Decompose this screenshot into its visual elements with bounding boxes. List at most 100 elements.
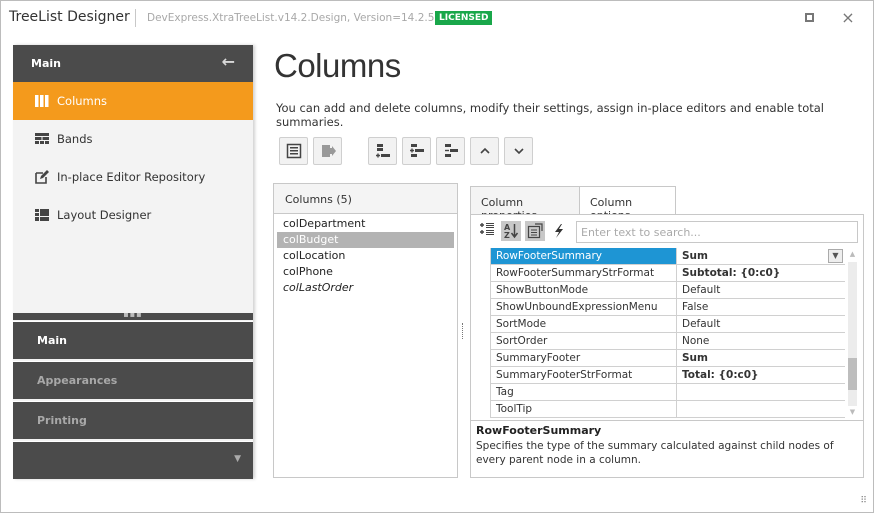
sidebar-group-printing[interactable]: Printing bbox=[13, 401, 253, 439]
property-row[interactable]: Tag bbox=[491, 384, 845, 401]
back-arrow-icon[interactable]: ← bbox=[222, 52, 235, 71]
lightning-icon bbox=[555, 224, 563, 238]
property-description-box: RowFooterSummary Specifies the type of t… bbox=[471, 420, 863, 477]
property-value[interactable]: Default bbox=[678, 316, 845, 332]
sidebar-group-appearances[interactable]: Appearances bbox=[13, 361, 253, 399]
column-list-item[interactable]: colLocation bbox=[277, 248, 454, 264]
property-pages-button[interactable] bbox=[525, 221, 545, 241]
insert-column-button[interactable] bbox=[402, 137, 431, 165]
sidebar-item-columns[interactable]: Columns bbox=[13, 82, 253, 120]
property-row[interactable]: SortMode Default bbox=[491, 316, 845, 333]
delete-column-icon bbox=[321, 145, 336, 157]
property-value[interactable]: Subtotal: {0:c0} bbox=[678, 265, 845, 281]
column-list-item[interactable]: colPhone bbox=[277, 264, 454, 280]
delete-column-button[interactable] bbox=[313, 137, 342, 165]
scrollbar-track[interactable] bbox=[848, 262, 857, 406]
alphabetical-view-button[interactable]: AZ bbox=[501, 221, 521, 241]
property-name: SortOrder bbox=[491, 333, 677, 349]
property-row[interactable]: ToolTip bbox=[491, 401, 845, 418]
maximize-icon bbox=[805, 13, 814, 22]
sidebar-item-bands[interactable]: Bands bbox=[13, 120, 253, 158]
move-down-button[interactable] bbox=[504, 137, 533, 165]
property-name: Tag bbox=[491, 384, 677, 400]
property-value-text: Subtotal: {0:c0} bbox=[682, 267, 781, 279]
retrieve-fields-button[interactable] bbox=[279, 137, 308, 165]
group-label: Appearances bbox=[37, 374, 118, 387]
property-value[interactable]: Default bbox=[678, 282, 845, 298]
property-value[interactable]: Sum bbox=[678, 350, 845, 366]
property-value-text: Sum bbox=[682, 352, 708, 364]
property-search-input[interactable] bbox=[576, 221, 858, 243]
sidebar-item-editor-repository[interactable]: In-place Editor Repository bbox=[13, 158, 253, 196]
property-row[interactable]: RowFooterSummary Sum ▼ bbox=[491, 248, 845, 265]
property-value[interactable]: Total: {0:c0} bbox=[678, 367, 845, 383]
tab-column-properties[interactable]: Column properties bbox=[470, 186, 580, 222]
columns-list-panel: Columns (5) colDepartment colBudget colLoc… bbox=[273, 183, 458, 478]
columns-list-header: Columns (5) bbox=[274, 184, 457, 214]
dropdown-arrow-icon[interactable]: ▼ bbox=[234, 454, 241, 464]
property-value-text: Total: {0:c0} bbox=[682, 369, 759, 381]
sidebar-header: Main ← bbox=[13, 45, 253, 82]
sidebar-group-main[interactable]: Main bbox=[13, 321, 253, 359]
sidebar-header-label: Main bbox=[31, 57, 61, 70]
bands-icon bbox=[35, 133, 49, 144]
property-description-text: Specifies the type of the summary calcul… bbox=[476, 440, 834, 466]
sidebar-splitter[interactable]: ▪▪▪ bbox=[13, 311, 253, 320]
property-row[interactable]: SortOrder None bbox=[491, 333, 845, 350]
chevron-down-icon[interactable]: ▼ bbox=[828, 249, 843, 263]
property-pages-icon bbox=[527, 223, 543, 239]
sidebar-item-label: Columns bbox=[57, 94, 108, 108]
property-row[interactable]: ShowButtonMode Default bbox=[491, 282, 845, 299]
column-list-item[interactable]: colBudget bbox=[277, 232, 454, 248]
sidebar-more-groups[interactable]: ▼ bbox=[13, 441, 253, 479]
title-bar: TreeList Designer DevExpress.XtraTreeLis… bbox=[1, 1, 873, 37]
property-value-text: Default bbox=[682, 318, 721, 330]
property-name: SummaryFooter bbox=[491, 350, 677, 366]
panel-splitter[interactable] bbox=[462, 323, 464, 339]
maximize-button[interactable] bbox=[803, 11, 817, 25]
page-description: You can add and delete columns, modify t… bbox=[276, 101, 824, 129]
scroll-down-arrow-icon[interactable]: ▼ bbox=[846, 406, 859, 418]
property-name: ShowUnboundExpressionMenu bbox=[491, 299, 677, 315]
sort-alphabetical-icon: AZ bbox=[504, 223, 519, 240]
property-value[interactable]: None bbox=[678, 333, 845, 349]
property-name: ShowButtonMode bbox=[491, 282, 677, 298]
scroll-up-arrow-icon[interactable]: ▲ bbox=[846, 248, 859, 260]
columns-list[interactable]: colDepartment colBudget colLocation colPhon… bbox=[274, 214, 457, 296]
categorized-view-button[interactable] bbox=[477, 221, 497, 241]
svg-text:Z: Z bbox=[504, 231, 510, 240]
property-value[interactable]: Sum ▼ bbox=[678, 248, 845, 264]
chevron-down-icon bbox=[513, 148, 524, 155]
property-name: RowFooterSummary bbox=[491, 248, 677, 264]
property-row[interactable]: SummaryFooter Sum bbox=[491, 350, 845, 367]
close-button[interactable]: × bbox=[841, 8, 855, 27]
tab-column-options[interactable]: Column options bbox=[579, 186, 676, 222]
title-separator bbox=[135, 9, 136, 27]
sidebar-item-label: Bands bbox=[57, 132, 93, 146]
property-grid[interactable]: RowFooterSummary Sum ▼ RowFooterSummaryStrF… bbox=[491, 248, 845, 418]
property-name: SummaryFooterStrFormat bbox=[491, 367, 677, 383]
sidebar-item-layout-designer[interactable]: Layout Designer bbox=[13, 196, 253, 234]
group-label: Main bbox=[37, 334, 67, 347]
close-icon: × bbox=[841, 8, 855, 27]
property-grid-scrollbar[interactable]: ▲ ▼ bbox=[846, 248, 859, 418]
group-label: Printing bbox=[37, 414, 87, 427]
column-list-item[interactable]: colLastOrder bbox=[277, 280, 454, 296]
property-value[interactable] bbox=[678, 384, 845, 400]
resize-grip-icon[interactable]: ⠿ bbox=[860, 496, 867, 506]
property-row[interactable]: SummaryFooterStrFormat Total: {0:c0} bbox=[491, 367, 845, 384]
designer-window: TreeList Designer DevExpress.XtraTreeLis… bbox=[0, 0, 874, 513]
remove-column-button[interactable] bbox=[436, 137, 465, 165]
property-row[interactable]: ShowUnboundExpressionMenu False bbox=[491, 299, 845, 316]
column-list-item[interactable]: colDepartment bbox=[277, 216, 454, 232]
window-title: TreeList Designer bbox=[9, 9, 130, 25]
move-up-button[interactable] bbox=[470, 137, 499, 165]
property-row[interactable]: RowFooterSummaryStrFormat Subtotal: {0:c0… bbox=[491, 265, 845, 282]
add-column-button[interactable] bbox=[368, 137, 397, 165]
events-button[interactable] bbox=[549, 221, 569, 241]
scrollbar-thumb[interactable] bbox=[848, 358, 857, 390]
property-value[interactable]: False bbox=[678, 299, 845, 315]
property-value[interactable] bbox=[678, 401, 845, 417]
chevron-up-icon bbox=[479, 147, 490, 154]
layout-designer-icon bbox=[35, 209, 49, 221]
